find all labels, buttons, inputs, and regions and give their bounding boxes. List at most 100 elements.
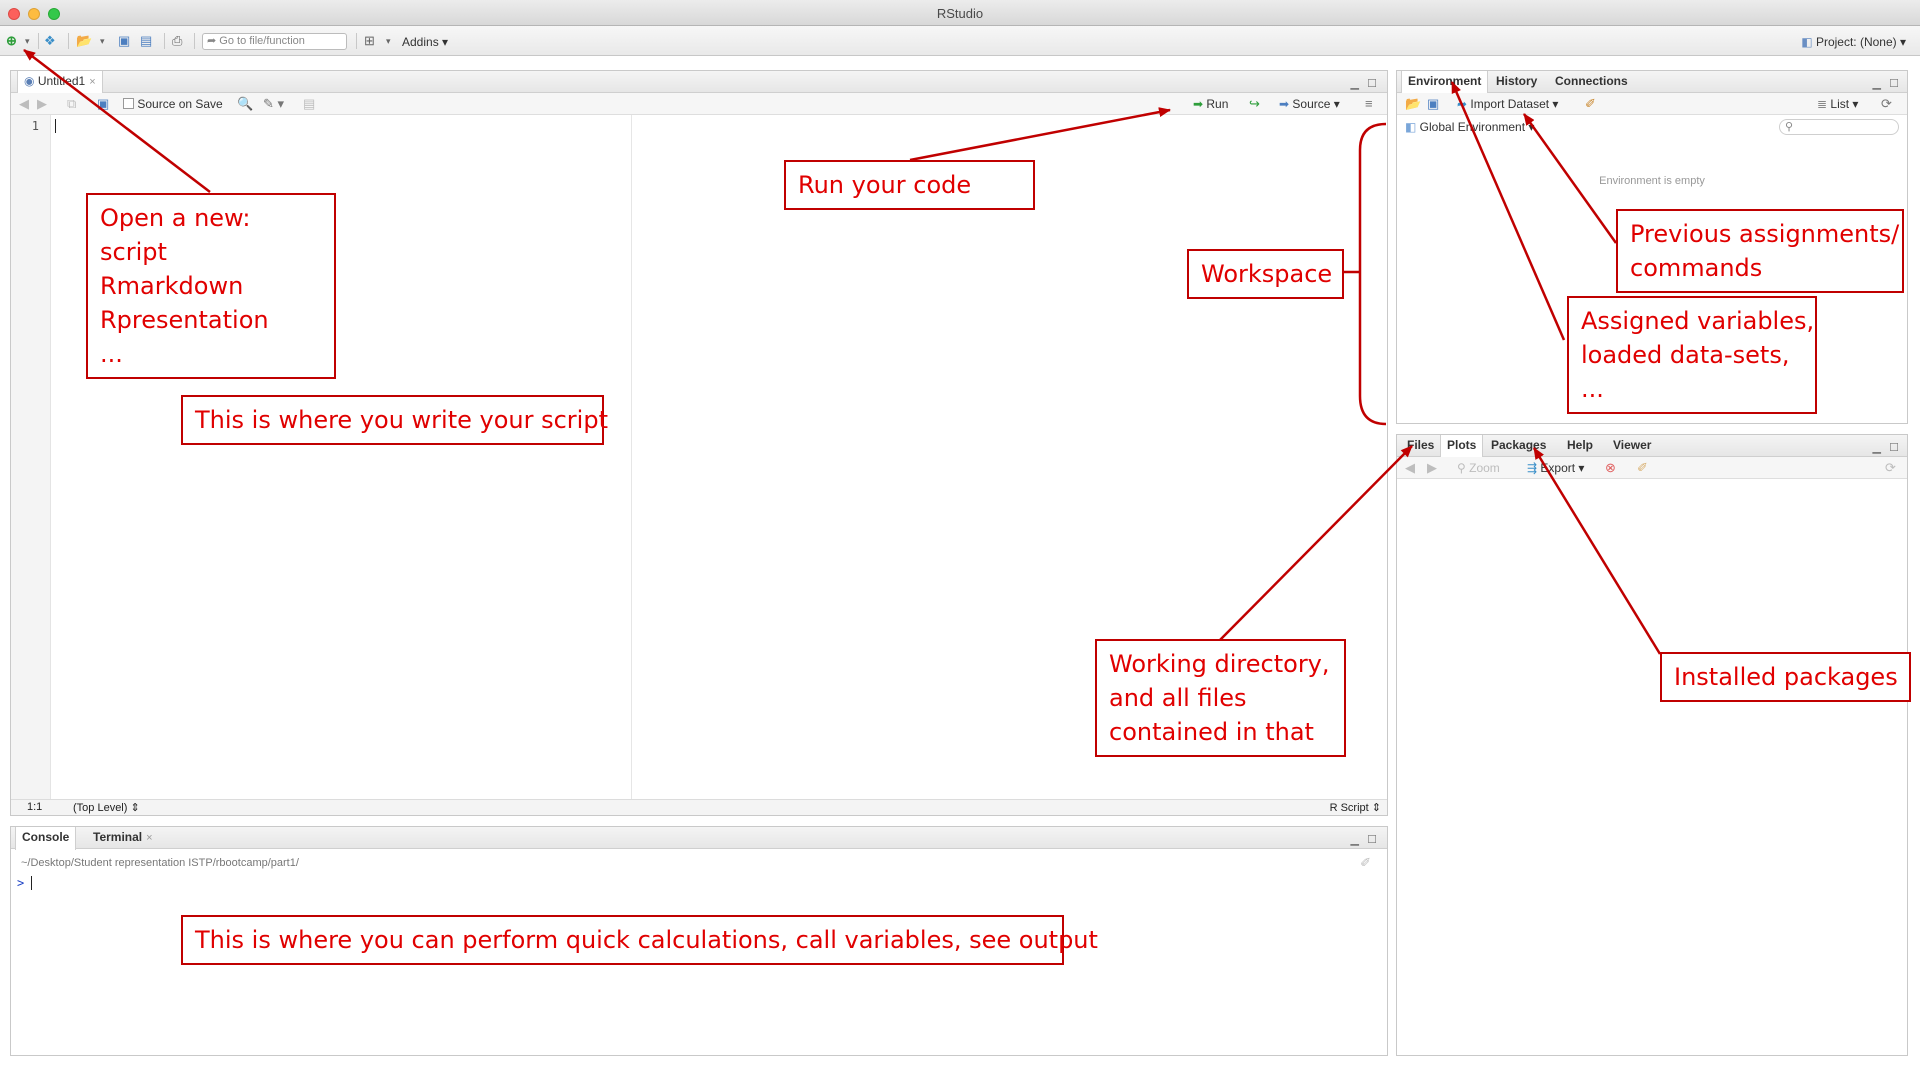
goto-file-function-input[interactable]: ➦ Go to file/function — [202, 33, 347, 50]
save-file-icon[interactable]: ▣ — [97, 96, 109, 112]
back-icon[interactable]: ◀ — [19, 96, 29, 112]
pane-layout-dropdown-icon[interactable]: ▾ — [386, 33, 391, 49]
source-on-save-checkbox[interactable]: Source on Save — [123, 97, 223, 111]
source-button[interactable]: ➡ Source ▾ — [1279, 97, 1340, 111]
annotation-line: and all files — [1109, 684, 1247, 712]
tab-plots[interactable]: Plots — [1440, 435, 1484, 458]
new-file-icon[interactable]: ⊕ — [6, 33, 17, 49]
environment-icon: ◧ — [1405, 120, 1420, 134]
annotation-line: ... — [100, 340, 123, 368]
annotation-line: Assigned variables, — [1581, 307, 1815, 335]
annotation-console: This is where you can perform quick calc… — [181, 915, 1098, 965]
toolbar-divider — [38, 33, 39, 49]
plots-toolbar: ◀ ▶ ⚲ Zoom ⇶ Export ▾ ⊗ ✐ ⟳ — [1397, 457, 1907, 479]
project-menu[interactable]: ◧ Project: (None) ▾ — [1801, 35, 1906, 49]
global-environment-selector[interactable]: ◧ Global Environment ▾ — [1405, 120, 1534, 134]
tab-files[interactable]: Files — [1401, 435, 1440, 457]
tab-untitled1-label: Untitled1 — [37, 74, 86, 88]
maximize-environment-icon[interactable]: ☐ — [1889, 77, 1899, 90]
maximize-files-icon[interactable]: ☐ — [1889, 441, 1899, 454]
remove-plot-icon[interactable]: ⊗ — [1605, 460, 1616, 476]
tab-packages-label: Packages — [1491, 438, 1547, 452]
tab-untitled1[interactable]: ◉ Untitled1 × — [17, 71, 103, 94]
export-button[interactable]: ⇶ Export ▾ — [1527, 461, 1584, 475]
compile-report-icon[interactable]: ▤ — [303, 96, 315, 112]
environment-toolbar: 📂 ▣ ➦ Import Dataset ▾ ✐ ≣ List ▾ ⟳ — [1397, 93, 1907, 115]
save-all-icon[interactable]: ▤ — [140, 33, 152, 49]
annotation-write-script: This is where you write your script — [181, 395, 608, 445]
next-plot-icon[interactable]: ▶ — [1427, 460, 1437, 476]
tab-connections[interactable]: Connections — [1549, 71, 1634, 93]
load-workspace-icon[interactable]: 📂 — [1405, 96, 1421, 112]
environment-empty-message: Environment is empty — [1599, 175, 1705, 187]
clear-console-icon[interactable]: ✐ — [1360, 855, 1371, 871]
minimize-files-icon[interactable]: ▁ — [1873, 441, 1881, 454]
source-label: Source — [1292, 97, 1331, 111]
maximize-console-icon[interactable]: ☐ — [1367, 833, 1377, 846]
source-tabs: ◉ Untitled1 × ▁ ☐ — [11, 71, 1387, 94]
tab-viewer[interactable]: Viewer — [1607, 435, 1657, 457]
annotation-line: loaded data-sets, — [1581, 341, 1790, 369]
new-project-icon[interactable]: ❖ — [44, 33, 56, 49]
maximize-pane-icon[interactable]: ☐ — [1367, 77, 1377, 90]
files-pane: Files Plots Packages Help Viewer ▁ ☐ ◀ ▶… — [1396, 434, 1908, 1056]
refresh-icon[interactable]: ⟳ — [1881, 96, 1892, 112]
tab-terminal[interactable]: Terminal × — [87, 827, 159, 849]
annotation-open-new: Open a new: script Rmarkdown Rpresentati… — [86, 193, 336, 379]
previous-plot-icon[interactable]: ◀ — [1405, 460, 1415, 476]
code-tools-wand-icon[interactable]: ✎ ▾ — [263, 96, 284, 112]
tab-plots-label: Plots — [1447, 438, 1477, 452]
annotation-previous-commands: Previous assignments/ commands — [1616, 209, 1904, 293]
clear-broom-icon[interactable]: ✐ — [1585, 96, 1596, 112]
environment-search-input[interactable]: ⚲ — [1779, 119, 1899, 135]
addins-menu[interactable]: Addins ▾ — [402, 35, 448, 49]
pane-layout-icon[interactable]: ⊞ — [364, 33, 375, 49]
tab-help[interactable]: Help — [1561, 435, 1599, 457]
minimize-console-icon[interactable]: ▁ — [1351, 833, 1359, 846]
cursor-position: 1:1 — [27, 801, 43, 813]
annotation-installed-packages: Installed packages — [1660, 652, 1911, 702]
tab-history[interactable]: History — [1490, 71, 1543, 93]
goto-arrow-icon: ➦ — [207, 35, 220, 47]
source-on-save-label: Source on Save — [137, 97, 223, 111]
file-type-selector[interactable]: R Script ⇕ — [1330, 801, 1381, 814]
annotation-line: Rmarkdown — [100, 272, 244, 300]
run-button[interactable]: ➡ Run — [1193, 97, 1228, 111]
new-file-dropdown-icon[interactable]: ▾ — [25, 33, 30, 49]
open-file-icon[interactable]: 📂 — [76, 33, 92, 49]
files-tabs: Files Plots Packages Help Viewer ▁ ☐ — [1397, 435, 1907, 458]
forward-icon[interactable]: ▶ — [37, 96, 47, 112]
close-terminal-icon[interactable]: × — [146, 832, 152, 844]
scope-selector[interactable]: (Top Level) ⇕ — [73, 801, 140, 814]
open-recent-dropdown-icon[interactable]: ▾ — [100, 33, 105, 49]
minimize-environment-icon[interactable]: ▁ — [1873, 77, 1881, 90]
working-directory-path[interactable]: ~/Desktop/Student representation ISTP/rb… — [21, 857, 299, 869]
annotation-line: contained in that — [1109, 718, 1314, 746]
tab-environment[interactable]: Environment — [1401, 71, 1489, 94]
goto-placeholder: Go to file/function — [219, 35, 305, 47]
run-arrow-icon: ➡ — [1193, 97, 1207, 111]
import-dataset-button[interactable]: ➦ Import Dataset ▾ — [1457, 97, 1558, 111]
close-tab-icon[interactable]: × — [89, 76, 95, 88]
list-view-selector[interactable]: ≣ List ▾ — [1817, 97, 1858, 111]
window-title: RStudio — [936, 6, 984, 21]
tab-console[interactable]: Console — [15, 827, 77, 850]
save-workspace-icon[interactable]: ▣ — [1427, 96, 1439, 112]
main-toolbar: ⊕ ▾ ❖ 📂 ▾ ▣ ▤ ⎙ ➦ Go to file/function ⊞ … — [0, 26, 1920, 56]
find-replace-icon[interactable]: 🔍 — [237, 96, 253, 112]
minimize-pane-icon[interactable]: ▁ — [1351, 77, 1359, 90]
print-icon[interactable]: ⎙ — [172, 33, 182, 49]
zoom-button[interactable]: ⚲ Zoom — [1457, 461, 1500, 475]
refresh-plot-icon[interactable]: ⟳ — [1885, 460, 1896, 476]
tab-help-label: Help — [1567, 438, 1594, 452]
tab-packages[interactable]: Packages — [1485, 435, 1552, 457]
export-label: Export — [1540, 461, 1576, 475]
plot-viewer-area — [1397, 479, 1907, 1055]
clear-plots-broom-icon[interactable]: ✐ — [1637, 460, 1648, 476]
show-in-window-icon[interactable]: ⧉ — [67, 96, 76, 112]
file-type-label: R Script — [1329, 802, 1369, 814]
save-icon[interactable]: ▣ — [118, 33, 130, 49]
annotation-line: Open a new: — [100, 204, 251, 232]
document-outline-icon[interactable]: ≡ — [1365, 96, 1373, 111]
rerun-icon[interactable]: ↪ — [1249, 96, 1260, 112]
